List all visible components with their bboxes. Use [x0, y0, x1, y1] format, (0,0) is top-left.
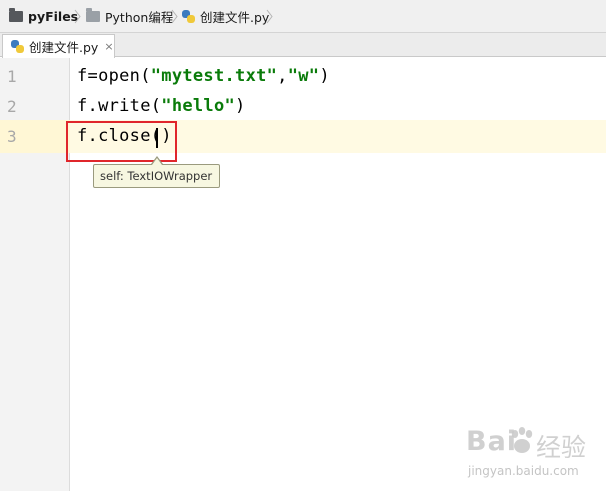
code-line-1[interactable]: f=open("mytest.txt","w") — [77, 66, 330, 86]
navigation-bar: pyFiles Python编程 创建文件.py — [0, 0, 606, 33]
breadcrumb-file-label: 创建文件.py — [200, 10, 270, 25]
chevron-right-icon — [171, 9, 178, 24]
editor-tab[interactable]: 创建文件.py × — [2, 34, 115, 58]
tooltip-text: self: TextIOWrapper — [100, 169, 213, 183]
code-token: ) — [235, 96, 246, 116]
tab-label: 创建文件.py — [29, 40, 99, 55]
python-file-icon — [182, 10, 195, 23]
string-literal: "mytest.txt" — [150, 66, 278, 86]
python-file-icon — [11, 40, 24, 53]
folder-icon — [86, 8, 100, 22]
tooltip-arrow-fill — [152, 158, 162, 165]
folder-icon — [9, 8, 23, 22]
breadcrumb-file[interactable]: 创建文件.py — [182, 0, 269, 33]
code-token: f.write( — [77, 96, 162, 116]
watermark-url: jingyan.baidu.com — [468, 464, 579, 478]
code-token: , — [277, 66, 288, 86]
editor-tab-bar: 创建文件.py × — [0, 33, 606, 58]
code-line-2[interactable]: f.write("hello") — [77, 96, 246, 116]
chevron-right-icon — [74, 9, 81, 24]
code-token: f=open( — [77, 66, 151, 86]
chevron-right-icon — [266, 9, 273, 24]
close-icon[interactable]: × — [104, 40, 113, 53]
paw-logo-icon — [511, 427, 533, 453]
string-literal: "hello" — [161, 96, 236, 116]
parameter-hint-tooltip: self: TextIOWrapper — [93, 164, 220, 188]
code-token: ) — [319, 66, 330, 86]
breadcrumb-project-label: pyFiles — [28, 9, 79, 24]
watermark-brand-cn: 经验 — [536, 433, 587, 462]
breadcrumb-project[interactable]: pyFiles — [9, 0, 78, 33]
string-literal: "w" — [287, 66, 320, 86]
breadcrumb-folder[interactable]: Python编程 — [86, 0, 173, 33]
line-number: 3 — [7, 127, 17, 146]
line-number: 2 — [7, 97, 17, 116]
line-number: 1 — [7, 67, 17, 86]
watermark: Bai 经验 jingyan.baidu.com — [466, 426, 604, 488]
breadcrumb-folder-label: Python编程 — [105, 10, 174, 25]
